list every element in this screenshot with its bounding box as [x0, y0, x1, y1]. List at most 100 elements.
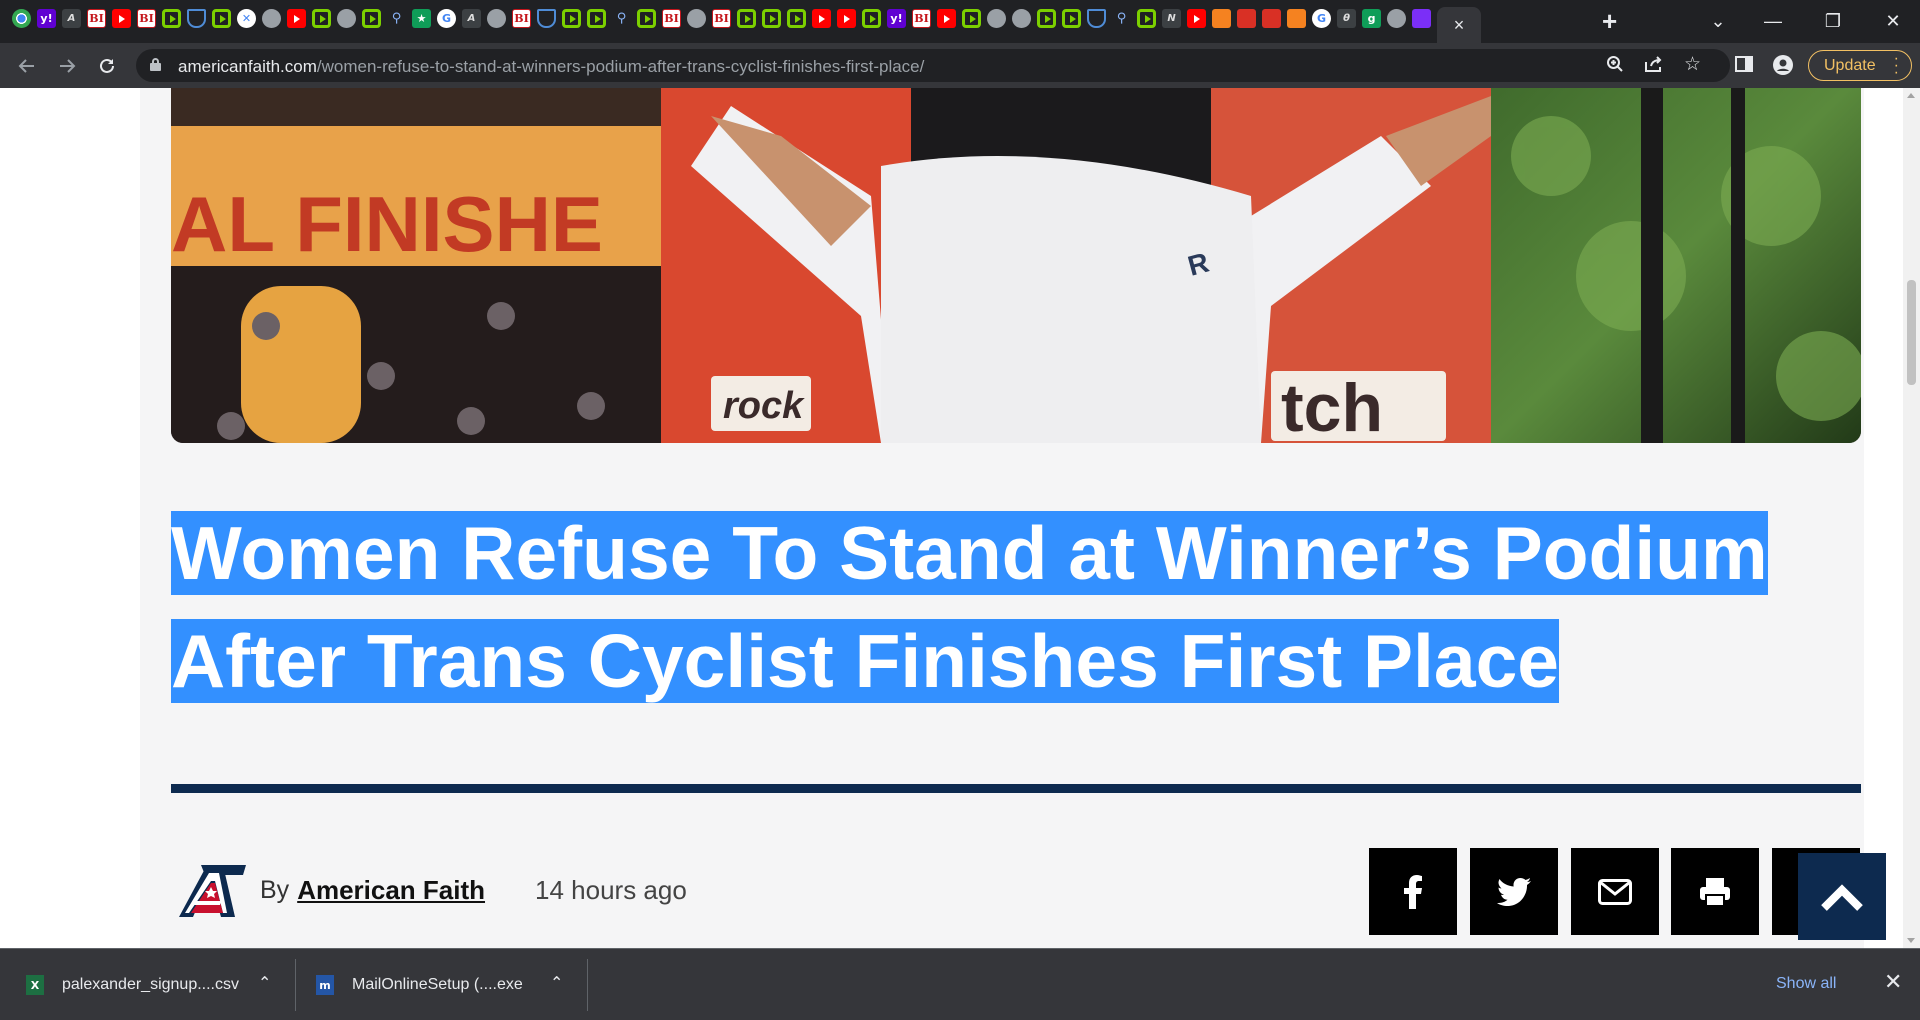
bookmark-star-icon[interactable]: ☆: [1684, 53, 1701, 76]
news-icon[interactable]: N: [1162, 9, 1181, 28]
business-insider-icon[interactable]: BI: [712, 9, 731, 28]
share-twitter-button[interactable]: [1470, 848, 1558, 935]
close-window-button[interactable]: ✕: [1870, 4, 1916, 38]
forward-button[interactable]: [53, 52, 81, 80]
g-icon[interactable]: θ: [1337, 9, 1356, 28]
yahoo-icon[interactable]: y!: [37, 9, 56, 28]
download-options-chevron-icon[interactable]: ⌃: [258, 973, 271, 993]
play-icon[interactable]: [762, 9, 781, 28]
search-icon[interactable]: ⚲: [612, 9, 631, 28]
orange-icon[interactable]: [1212, 9, 1231, 28]
red-icon[interactable]: [1237, 9, 1256, 28]
play-icon[interactable]: [587, 9, 606, 28]
globe-icon[interactable]: [487, 9, 506, 28]
google-icon[interactable]: G: [1312, 9, 1331, 28]
play-icon[interactable]: [312, 9, 331, 28]
close-icon[interactable]: ×: [1454, 15, 1465, 36]
shield-icon[interactable]: [187, 9, 206, 28]
headline-line-2-text[interactable]: After Trans Cyclist Finishes First Place: [171, 619, 1560, 703]
globe-icon[interactable]: [987, 9, 1006, 28]
red-icon[interactable]: [1262, 9, 1281, 28]
download-item[interactable]: m MailOnlineSetup (....exe: [316, 949, 523, 1020]
new-tab-button[interactable]: +: [1602, 6, 1617, 37]
play-icon[interactable]: [362, 9, 381, 28]
globe-icon[interactable]: [687, 9, 706, 28]
restore-button[interactable]: ❐: [1810, 4, 1856, 38]
scroll-up-arrow[interactable]: [1907, 93, 1915, 98]
yahoo-icon[interactable]: y!: [887, 9, 906, 28]
purple-icon[interactable]: [1412, 9, 1431, 28]
scroll-down-arrow[interactable]: [1907, 938, 1915, 943]
green-icon[interactable]: g: [1362, 9, 1381, 28]
hero-image: AL FINISHE rock tch R: [171, 88, 1861, 443]
play-icon[interactable]: [212, 9, 231, 28]
share-facebook-button[interactable]: [1369, 848, 1457, 935]
youtube-icon[interactable]: [112, 9, 131, 28]
play-icon[interactable]: [1037, 9, 1056, 28]
youtube-icon[interactable]: [1187, 9, 1206, 28]
side-panel-icon[interactable]: [1735, 55, 1753, 78]
play-icon[interactable]: [562, 9, 581, 28]
orange-icon[interactable]: [1287, 9, 1306, 28]
business-insider-icon[interactable]: BI: [512, 9, 531, 28]
shield-icon[interactable]: [537, 9, 556, 28]
author-link[interactable]: American Faith: [297, 875, 485, 906]
globe-icon[interactable]: [1387, 9, 1406, 28]
active-tab[interactable]: ×: [1437, 7, 1481, 43]
play-icon[interactable]: [787, 9, 806, 28]
more-menu-icon[interactable]: · · ·: [1894, 51, 1899, 81]
youtube-icon[interactable]: [287, 9, 306, 28]
abc-news-icon[interactable]: A: [62, 9, 81, 28]
globe-icon[interactable]: [1012, 9, 1031, 28]
show-all-downloads-link[interactable]: Show all: [1776, 975, 1836, 993]
globe-icon[interactable]: [337, 9, 356, 28]
shield-icon[interactable]: [1087, 9, 1106, 28]
reload-button[interactable]: [93, 52, 121, 80]
search-icon[interactable]: ⚲: [387, 9, 406, 28]
play-icon[interactable]: [1137, 9, 1156, 28]
youtube-icon[interactable]: [937, 9, 956, 28]
page-scrollbar[interactable]: [1903, 88, 1920, 948]
youtube-icon[interactable]: [837, 9, 856, 28]
zoom-icon[interactable]: [1606, 55, 1624, 78]
share-icon[interactable]: [1644, 55, 1664, 78]
update-button[interactable]: Update · · ·: [1808, 50, 1912, 81]
minimize-button[interactable]: —: [1750, 4, 1796, 38]
scrollbar-thumb[interactable]: [1907, 280, 1916, 385]
business-insider-icon[interactable]: BI: [87, 9, 106, 28]
search-icon[interactable]: ⚲: [1112, 9, 1131, 28]
business-insider-icon[interactable]: BI: [912, 9, 931, 28]
share-email-button[interactable]: [1571, 848, 1659, 935]
abc-news-icon[interactable]: A: [462, 9, 481, 28]
lock-icon[interactable]: [150, 58, 161, 71]
facebook-icon: [1404, 874, 1422, 909]
download-item[interactable]: X palexander_signup....csv: [26, 949, 239, 1020]
article-headline[interactable]: Women Refuse To Stand at Winner’s Podium…: [171, 499, 1771, 715]
tab-strip: y! A BI BI ✕ ⚲ ★ G A BI ⚲ BI BI y! BI ⚲ …: [0, 0, 1920, 43]
back-button[interactable]: [13, 52, 41, 80]
play-icon[interactable]: [862, 9, 881, 28]
globe-icon[interactable]: [262, 9, 281, 28]
chrome-icon[interactable]: [12, 9, 31, 28]
headline-line-1-text[interactable]: Women Refuse To Stand at Winner’s Podium: [171, 511, 1768, 595]
american-faith-logo[interactable]: [171, 861, 246, 919]
profile-icon[interactable]: [1773, 55, 1793, 80]
play-icon[interactable]: [737, 9, 756, 28]
business-insider-icon[interactable]: BI: [662, 9, 681, 28]
play-icon[interactable]: [162, 9, 181, 28]
back-to-top-button[interactable]: [1798, 853, 1886, 940]
google-icon[interactable]: G: [437, 9, 456, 28]
close-shelf-icon[interactable]: ✕: [1884, 969, 1902, 995]
share-print-button[interactable]: [1671, 848, 1759, 935]
play-icon[interactable]: [637, 9, 656, 28]
play-icon[interactable]: [1062, 9, 1081, 28]
youtube-icon[interactable]: [812, 9, 831, 28]
address-bar[interactable]: americanfaith.com/women-refuse-to-stand-…: [136, 49, 1730, 82]
download-options-chevron-icon[interactable]: ⌃: [550, 973, 563, 993]
play-icon[interactable]: [962, 9, 981, 28]
business-insider-icon[interactable]: BI: [137, 9, 156, 28]
url-text[interactable]: americanfaith.com/women-refuse-to-stand-…: [178, 57, 924, 77]
starbucks-icon[interactable]: ★: [412, 9, 431, 28]
map-icon[interactable]: ✕: [237, 9, 256, 28]
tab-search-button[interactable]: ⌄: [1695, 4, 1741, 38]
